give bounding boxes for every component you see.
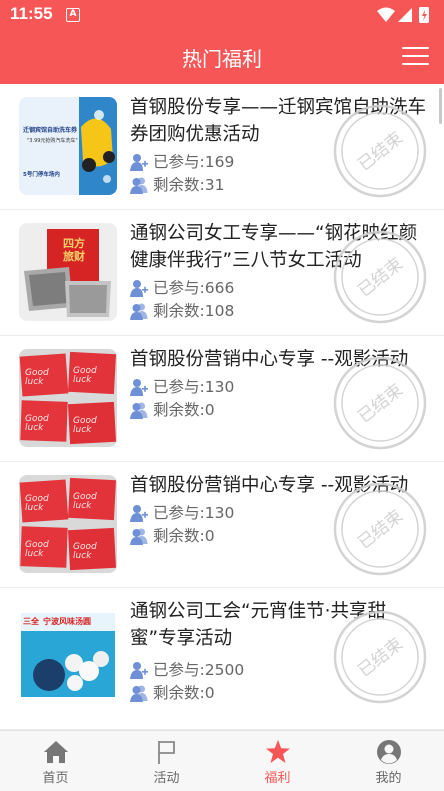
thumb-text: 四方旅财 [63, 237, 85, 263]
joined-label: 已参与: [153, 504, 205, 522]
users-icon [130, 303, 148, 320]
remaining-label: 剩余数: [153, 176, 205, 194]
status-time: 11:55 [10, 4, 53, 23]
joined-count: 666 [204, 279, 235, 297]
remaining-count: 0 [204, 684, 215, 702]
hamburger-menu-icon[interactable] [402, 45, 430, 67]
item-thumbnail: 四方旅财 [19, 223, 117, 321]
tab-label: 活动 [153, 771, 180, 786]
users-icon [130, 402, 148, 419]
tab-label: 首页 [42, 771, 69, 786]
list-item[interactable]: Good luck Good luck Good luck Good luck … [0, 336, 444, 462]
list-scrollbar[interactable] [439, 88, 442, 124]
ended-stamp: 已结束 [333, 356, 427, 450]
ended-stamp: 已结束 [333, 104, 427, 198]
users-icon [130, 528, 148, 545]
remaining-label: 剩余数: [153, 684, 205, 702]
list-item[interactable]: 三全 宁波风味汤圆 通钢公司工会“元宵佳节·共享甜蜜”专享活动 已参与:2500… [0, 588, 444, 730]
star-icon [266, 740, 290, 763]
list-item[interactable]: 四方旅财 通钢公司女工专享——“钢花映红颜健康伴我行”三八节女工活动 已参与:6… [0, 210, 444, 336]
item-joined: 已参与:130 [130, 376, 234, 398]
item-thumbnail: Good luck Good luck Good luck Good luck [19, 475, 117, 573]
thumb-text: 5号门停车场内 [23, 172, 60, 178]
svg-text:已结束: 已结束 [354, 254, 407, 301]
joined-count: 130 [204, 378, 235, 396]
app-notification-icon: A [66, 8, 80, 22]
remaining-count: 0 [204, 401, 215, 419]
remaining-count: 0 [204, 527, 215, 545]
joined-label: 已参与: [153, 378, 205, 396]
thumb-text: Good luck [25, 494, 49, 513]
svg-text:已结束: 已结束 [354, 634, 407, 681]
page-title: 热门福利 [182, 47, 262, 71]
joined-count: 2500 [204, 661, 245, 679]
list-item[interactable]: Good luck Good luck Good luck Good luck … [0, 462, 444, 588]
remaining-label: 剩余数: [153, 302, 205, 320]
user-add-icon [130, 662, 148, 679]
item-remaining: 剩余数:0 [130, 399, 215, 421]
user-add-icon [130, 280, 148, 297]
home-icon [44, 741, 68, 763]
tab-label: 福利 [264, 771, 291, 786]
thumb-text: Good luck [73, 416, 97, 435]
item-thumbnail: Good luck Good luck Good luck Good luck [19, 349, 117, 447]
remaining-label: 剩余数: [153, 527, 205, 545]
tab-profile[interactable]: 我的 [333, 731, 444, 791]
system-status-icons [377, 7, 429, 23]
item-remaining: 剩余数:108 [130, 300, 234, 322]
svg-text:已结束: 已结束 [354, 380, 407, 427]
users-icon [130, 177, 148, 194]
ended-stamp: 已结束 [333, 610, 427, 704]
item-joined: 已参与:169 [130, 151, 234, 173]
item-thumbnail: 迁钢宾馆自助洗车券 "3.99元抢购汽车洗车" 5号门停车场内 [19, 97, 117, 195]
status-bar: 11:55 A [0, 0, 444, 30]
user-add-icon [130, 379, 148, 396]
list-item[interactable]: 迁钢宾馆自助洗车券 "3.99元抢购汽车洗车" 5号门停车场内 首钢股份专享——… [0, 84, 444, 210]
joined-label: 已参与: [153, 153, 205, 171]
item-joined: 已参与:2500 [130, 659, 244, 681]
item-joined: 已参与:666 [130, 277, 234, 299]
ended-stamp: 已结束 [333, 482, 427, 576]
item-thumbnail: 三全 宁波风味汤圆 [19, 605, 117, 703]
thumb-text: 宁波风味汤圆 [43, 617, 91, 626]
item-remaining: 剩余数:0 [130, 682, 215, 704]
thumb-text: Good luck [73, 366, 97, 385]
remaining-count: 31 [204, 176, 225, 194]
tab-home[interactable]: 首页 [0, 731, 111, 791]
ended-stamp: 已结束 [333, 230, 427, 324]
item-joined: 已参与:130 [130, 502, 234, 524]
svg-text:已结束: 已结束 [354, 506, 407, 553]
thumb-text: "3.99元抢购汽车洗车" [27, 138, 78, 144]
remaining-label: 剩余数: [153, 401, 205, 419]
bottom-tab-bar: 首页 活动 福利 我的 [0, 730, 444, 791]
signal-icon [398, 8, 412, 22]
thumb-text: 三全 [23, 617, 39, 626]
tab-label: 我的 [375, 771, 402, 786]
remaining-count: 108 [204, 302, 235, 320]
app-header: 热门福利 [0, 30, 444, 84]
joined-label: 已参与: [153, 661, 205, 679]
user-add-icon [130, 154, 148, 171]
user-icon [377, 740, 401, 764]
svg-text:已结束: 已结束 [354, 128, 407, 175]
joined-count: 130 [204, 504, 235, 522]
thumb-text: Good luck [73, 492, 97, 511]
welfare-list[interactable]: 迁钢宾馆自助洗车券 "3.99元抢购汽车洗车" 5号门停车场内 首钢股份专享——… [0, 84, 444, 730]
thumb-text: Good luck [25, 414, 49, 433]
thumb-text: Good luck [73, 542, 97, 561]
user-add-icon [130, 505, 148, 522]
thumb-text: Good luck [25, 540, 49, 559]
item-remaining: 剩余数:0 [130, 525, 215, 547]
wifi-icon [377, 7, 395, 22]
users-icon [130, 685, 148, 702]
thumb-text: Good luck [25, 368, 49, 387]
joined-count: 169 [204, 153, 235, 171]
item-remaining: 剩余数:31 [130, 174, 224, 196]
thumb-text: 迁钢宾馆自助洗车券 [23, 127, 78, 134]
tab-activity[interactable]: 活动 [111, 731, 222, 791]
joined-label: 已参与: [153, 279, 205, 297]
tab-welfare[interactable]: 福利 [222, 731, 333, 791]
flag-icon [158, 741, 175, 764]
